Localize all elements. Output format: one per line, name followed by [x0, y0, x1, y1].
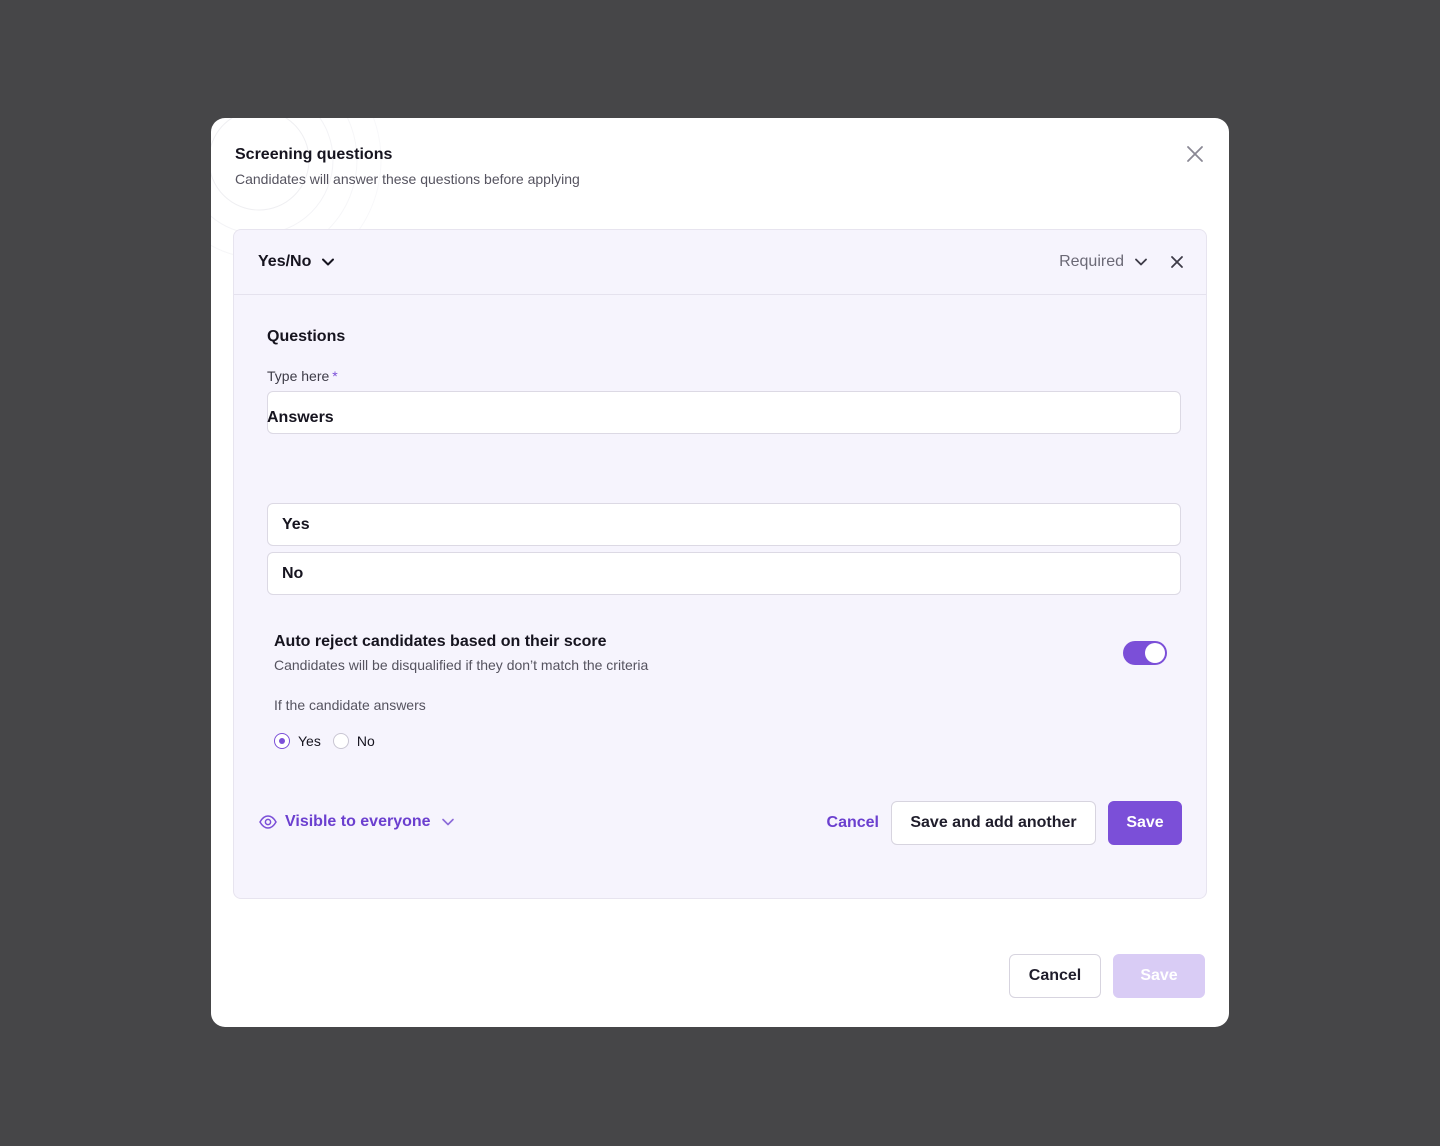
answers-title: Answers: [267, 409, 334, 426]
save-and-add-another-button[interactable]: Save and add another: [891, 801, 1096, 845]
question-card-body: Questions Type here * Answers Yes No Auto…: [234, 295, 1206, 899]
radio-selected-icon: [274, 733, 290, 749]
question-input[interactable]: [267, 391, 1181, 434]
modal-footer: Cancel Save: [1009, 954, 1205, 998]
question-type-label: Yes/No: [258, 253, 312, 270]
remove-question-icon[interactable]: [1170, 255, 1184, 269]
reject-answer-radio-group: Yes No: [274, 733, 375, 749]
footer-cancel-button[interactable]: Cancel: [1009, 954, 1101, 998]
eye-icon: [259, 815, 277, 829]
visibility-select[interactable]: Visible to everyone: [259, 813, 455, 831]
auto-reject-toggle[interactable]: [1123, 641, 1167, 665]
answer-field-yes[interactable]: Yes: [267, 503, 1181, 546]
card-cancel-button[interactable]: Cancel: [827, 814, 879, 832]
modal-title: Screening questions: [235, 146, 393, 163]
chevron-down-icon: [441, 818, 454, 826]
question-card: Yes/No Required Questions Type here * Ans…: [233, 229, 1207, 899]
radio-no[interactable]: No: [332, 733, 375, 749]
required-select[interactable]: Required: [1059, 253, 1148, 271]
question-field-label: Type here *: [267, 368, 338, 384]
question-card-controls: Required: [1059, 253, 1184, 271]
modal-subtitle: Candidates will answer these questions b…: [235, 171, 580, 187]
footer-save-button[interactable]: Save: [1113, 954, 1205, 998]
if-candidate-answers-label: If the candidate answers: [274, 697, 426, 713]
toggle-knob: [1145, 643, 1165, 663]
required-label: Required: [1059, 253, 1124, 270]
card-save-button[interactable]: Save: [1108, 801, 1182, 845]
answer-field-no[interactable]: No: [267, 552, 1181, 595]
close-icon[interactable]: [1183, 142, 1207, 166]
radio-no-label: No: [356, 733, 375, 749]
auto-reject-subtitle: Candidates will be disqualified if they …: [274, 657, 649, 673]
chevron-down-icon: [322, 258, 335, 266]
radio-yes-label: Yes: [298, 733, 321, 749]
modal-header: Screening questions Candidates will answ…: [235, 145, 580, 188]
visibility-label: Visible to everyone: [285, 813, 431, 830]
question-card-header: Yes/No Required: [234, 230, 1206, 295]
radio-unselected-icon: [332, 733, 349, 749]
field-label-text: Type here: [267, 368, 330, 384]
question-type-select[interactable]: Yes/No: [258, 253, 335, 271]
required-asterisk: *: [332, 368, 338, 384]
radio-yes[interactable]: Yes: [274, 733, 321, 749]
auto-reject-title: Auto reject candidates based on their sc…: [274, 633, 607, 650]
screening-questions-modal: Screening questions Candidates will answ…: [211, 118, 1229, 1027]
questions-title: Questions: [267, 328, 346, 345]
chevron-down-icon: [1135, 258, 1147, 266]
question-card-actions: Cancel Save and add another Save: [827, 801, 1182, 845]
